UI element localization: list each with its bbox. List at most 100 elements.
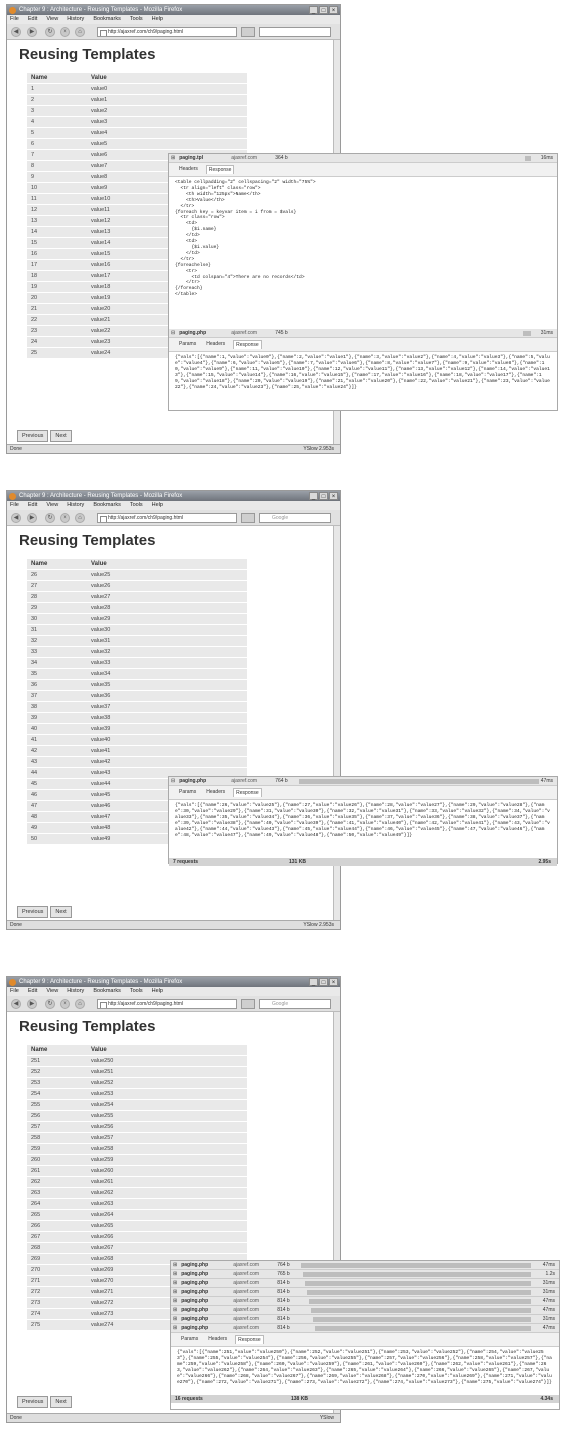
request-row[interactable]: ⊞ paging.php ajaxref.com 814 b 47ms xyxy=(171,1297,559,1306)
tab-response[interactable]: Response xyxy=(235,1335,264,1344)
menu-edit[interactable]: Edit xyxy=(28,15,37,24)
request-row[interactable]: ⊞ paging.php ajaxref.com 765 b 1.2s xyxy=(171,1270,559,1279)
menu-file[interactable]: File xyxy=(10,501,19,510)
menu-help[interactable]: Help xyxy=(152,987,163,996)
menu-edit[interactable]: Edit xyxy=(28,987,37,996)
minimize-icon[interactable]: _ xyxy=(309,6,318,14)
next-button[interactable]: Next xyxy=(50,906,72,918)
menu-view[interactable]: View xyxy=(46,501,58,510)
home-icon[interactable]: ⌂ xyxy=(75,999,85,1009)
previous-button[interactable]: Previous xyxy=(17,430,49,442)
search-input[interactable]: Google xyxy=(259,513,331,523)
minimize-icon[interactable]: _ xyxy=(309,492,318,500)
forward-icon[interactable]: ▶ xyxy=(27,27,37,37)
home-icon[interactable]: ⌂ xyxy=(75,27,85,37)
menu-help[interactable]: Help xyxy=(152,15,163,24)
menu-tools[interactable]: Tools xyxy=(130,15,143,24)
value-cell: value40 xyxy=(87,733,247,745)
search-input[interactable]: Google xyxy=(259,999,331,1009)
tab-params[interactable]: Params xyxy=(177,788,198,797)
expand-icon[interactable]: ⊞ xyxy=(173,1325,177,1331)
expand-icon[interactable]: ⊞ xyxy=(173,1316,177,1322)
expand-icon[interactable]: ⊞ xyxy=(173,1298,177,1304)
reload-icon[interactable]: ↻ xyxy=(45,513,55,523)
back-icon[interactable]: ◀ xyxy=(11,27,21,37)
tab-params[interactable]: Params xyxy=(177,340,198,349)
menu-help[interactable]: Help xyxy=(152,501,163,510)
maximize-icon[interactable]: □ xyxy=(319,978,328,986)
tab-response[interactable]: Response xyxy=(205,165,235,174)
search-input[interactable] xyxy=(259,27,331,37)
previous-button[interactable]: Previous xyxy=(17,1396,49,1408)
menu-bookmarks[interactable]: Bookmarks xyxy=(93,501,121,510)
request-row[interactable]: ⊞ paging.php ajaxref.com 814 b 31ms xyxy=(171,1315,559,1324)
tab-headers[interactable]: Headers xyxy=(206,1335,229,1344)
close-icon[interactable]: × xyxy=(329,6,338,14)
close-icon[interactable]: × xyxy=(329,978,338,986)
go-button[interactable] xyxy=(241,999,255,1009)
request-row[interactable]: ⊞ paging.php ajaxref.com 814 b 47ms xyxy=(171,1306,559,1315)
request-row[interactable]: ⊞ paging.php ajaxref.com 814 b 31ms xyxy=(171,1288,559,1297)
menu-bookmarks[interactable]: Bookmarks xyxy=(93,987,121,996)
tab-response[interactable]: Response xyxy=(233,340,262,349)
minimize-icon[interactable]: _ xyxy=(309,978,318,986)
request-row[interactable]: ⊞ paging.tpl ajaxref.com 364 b 16ms xyxy=(169,154,557,163)
menu-file[interactable]: File xyxy=(10,15,19,24)
request-row[interactable]: ⊞ paging.php ajaxref.com 764 b 47ms xyxy=(171,1261,559,1270)
go-button[interactable] xyxy=(241,27,255,37)
forward-icon[interactable]: ▶ xyxy=(27,513,37,523)
reload-icon[interactable]: ↻ xyxy=(45,999,55,1009)
next-button[interactable]: Next xyxy=(50,430,72,442)
request-row[interactable]: ⊟ paging.php ajaxref.com 764 b 47ms xyxy=(169,777,557,786)
address-bar[interactable]: http://ajaxref.com/ch9/paging.html xyxy=(97,513,237,523)
menu-history[interactable]: History xyxy=(67,501,84,510)
yslow-label[interactable]: YSlow xyxy=(320,1415,334,1421)
menu-history[interactable]: History xyxy=(67,15,84,24)
window-title: Chapter 9 : Architecture - Reusing Templ… xyxy=(19,493,183,499)
go-button[interactable] xyxy=(241,513,255,523)
forward-icon[interactable]: ▶ xyxy=(27,999,37,1009)
expand-icon[interactable]: ⊞ xyxy=(173,1271,177,1277)
request-row[interactable]: ⊞ paging.php ajaxref.com 814 b 31ms xyxy=(171,1279,559,1288)
expand-icon[interactable]: ⊞ xyxy=(173,1262,177,1268)
expand-icon[interactable]: ⊟ xyxy=(171,778,175,784)
menu-view[interactable]: View xyxy=(46,15,58,24)
tab-headers[interactable]: Headers xyxy=(204,788,227,797)
expand-icon[interactable]: ⊞ xyxy=(173,1307,177,1313)
menu-tools[interactable]: Tools xyxy=(130,501,143,510)
yslow-label[interactable]: YSlow xyxy=(303,446,317,452)
value-cell: value255 xyxy=(87,1109,247,1121)
stop-icon[interactable]: × xyxy=(60,513,70,523)
stop-icon[interactable]: × xyxy=(60,999,70,1009)
reload-icon[interactable]: ↻ xyxy=(45,27,55,37)
menu-view[interactable]: View xyxy=(46,987,58,996)
close-icon[interactable]: × xyxy=(329,492,338,500)
maximize-icon[interactable]: □ xyxy=(319,492,328,500)
menu-bookmarks[interactable]: Bookmarks xyxy=(93,15,121,24)
expand-icon[interactable]: ⊞ xyxy=(173,1289,177,1295)
request-row[interactable]: ⊟ paging.php ajaxref.com 745 b 31ms xyxy=(169,329,557,338)
stop-icon[interactable]: × xyxy=(60,27,70,37)
home-icon[interactable]: ⌂ xyxy=(75,513,85,523)
yslow-label[interactable]: YSlow xyxy=(303,922,317,928)
request-row[interactable]: ⊞ paging.php ajaxref.com 814 b 47ms xyxy=(171,1324,559,1333)
expand-icon[interactable]: ⊞ xyxy=(173,1280,177,1286)
menu-edit[interactable]: Edit xyxy=(28,501,37,510)
expand-icon[interactable]: ⊟ xyxy=(171,330,175,336)
menu-tools[interactable]: Tools xyxy=(130,987,143,996)
tab-response[interactable]: Response xyxy=(233,788,262,797)
table-row: 31 value30 xyxy=(27,623,247,635)
address-bar[interactable]: http://ajaxref.com/ch9/paging.html xyxy=(97,999,237,1009)
back-icon[interactable]: ◀ xyxy=(11,999,21,1009)
menu-history[interactable]: History xyxy=(67,987,84,996)
previous-button[interactable]: Previous xyxy=(17,906,49,918)
menu-file[interactable]: File xyxy=(10,987,19,996)
next-button[interactable]: Next xyxy=(50,1396,72,1408)
tab-params[interactable]: Params xyxy=(179,1335,200,1344)
tab-headers[interactable]: Headers xyxy=(204,340,227,349)
back-icon[interactable]: ◀ xyxy=(11,513,21,523)
address-bar[interactable]: http://ajaxref.com/ch9/paging.html xyxy=(97,27,237,37)
tab-headers[interactable]: Headers xyxy=(177,165,200,174)
maximize-icon[interactable]: □ xyxy=(319,6,328,14)
expand-icon[interactable]: ⊞ xyxy=(171,155,175,161)
